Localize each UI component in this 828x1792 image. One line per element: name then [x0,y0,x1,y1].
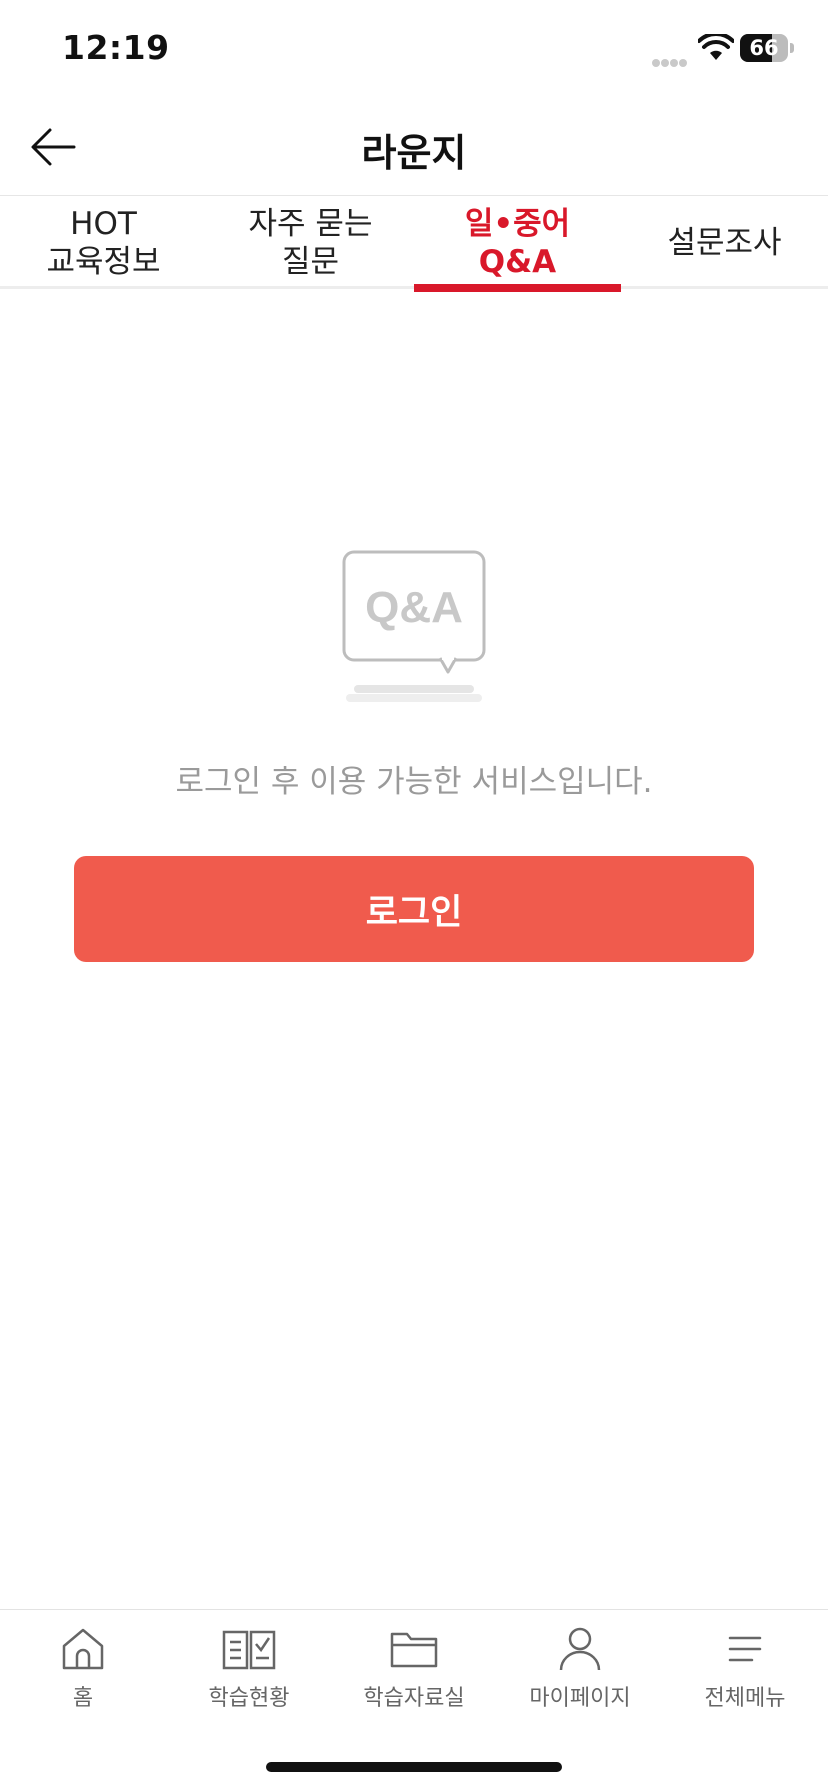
battery-tip [790,43,794,53]
nav-label: 홈 [72,1686,94,1711]
tab-label: 일•중어 Q&A [464,206,571,280]
nav-home[interactable]: 홈 [0,1626,166,1726]
menu-icon [728,1636,762,1662]
wifi-icon [698,34,734,60]
tab-faq[interactable]: 자주 묻는 질문 [207,197,414,289]
tab-hot-education[interactable]: HOT 교육정보 [0,197,207,289]
tab-japanese-chinese-qa[interactable]: 일•중어 Q&A [414,197,621,292]
home-icon [62,1628,104,1670]
tab-label: 자주 묻는 질문 [248,206,373,280]
nav-label: 전체메뉴 [704,1686,786,1711]
nav-label: 마이페이지 [529,1686,631,1711]
home-indicator [266,1762,562,1772]
nav-label: 학습자료실 [363,1686,465,1711]
nav-study-materials[interactable]: 학습자료실 [331,1626,497,1726]
nav-label: 학습현황 [208,1686,290,1711]
nav-my-page[interactable]: 마이페이지 [497,1626,663,1726]
person-icon [559,1627,601,1671]
page-title: 라운지 [361,131,467,175]
qa-speech-bubble-icon: Q&A [342,550,486,702]
nav-study-status[interactable]: 학습현황 [166,1626,332,1726]
status-time: 12:19 [62,28,170,67]
login-button-label: 로그인 [365,892,463,933]
nav-all-menu[interactable]: 전체메뉴 [662,1626,828,1726]
tab-label: 설문조사 [667,225,782,261]
login-button[interactable]: 로그인 [74,856,754,962]
battery-icon: 66 [740,34,788,62]
tab-label: HOT 교육정보 [46,206,161,280]
cellular-signal-icon [652,52,688,71]
lounge-screen: 12:19 66 라운지 HOT 교육정보 자주 묻는 질문 일•중어 Q&A … [0,0,828,1792]
status-bar: 12:19 66 [0,0,828,100]
battery-percent: 66 [749,36,779,60]
lounge-tabs: HOT 교육정보 자주 묻는 질문 일•중어 Q&A 설문조사 [0,197,828,292]
login-required-message: 로그인 후 이용 가능한 서비스입니다. [175,764,653,800]
qa-illustration-text: Q&A [365,583,463,632]
folder-icon [390,1632,438,1668]
tab-survey[interactable]: 설문조사 [621,197,828,289]
book-check-icon [222,1630,276,1670]
header: 라운지 [0,100,828,196]
